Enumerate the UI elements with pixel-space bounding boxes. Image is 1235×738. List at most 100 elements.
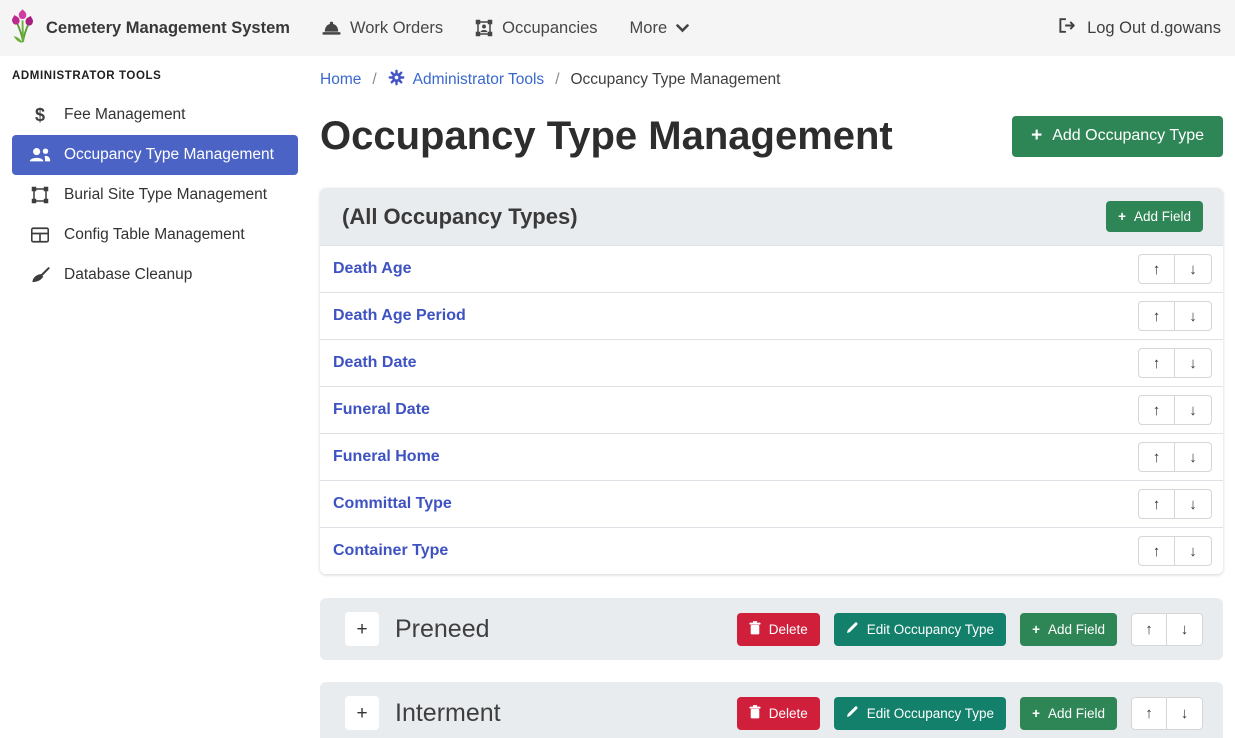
nav-occupancies[interactable]: Occupancies <box>475 19 597 38</box>
breadcrumb-separator: / <box>544 71 570 89</box>
field-link-funeral-date[interactable]: Funeral Date <box>333 401 430 419</box>
move-down-button[interactable]: ↓ <box>1175 395 1212 425</box>
reorder-buttons: ↑ ↓ <box>1138 536 1212 566</box>
reorder-buttons: ↑ ↓ <box>1138 442 1212 472</box>
nav-more-label: More <box>630 19 668 38</box>
field-row: Funeral Home ↑ ↓ <box>320 433 1223 480</box>
logout-label: Log Out d.gowans <box>1087 19 1221 38</box>
nav-more[interactable]: More <box>630 19 690 38</box>
move-up-button[interactable]: ↑ <box>1138 348 1175 378</box>
move-down-button[interactable]: ↓ <box>1175 536 1212 566</box>
move-up-button[interactable]: ↑ <box>1131 697 1167 730</box>
all-occupancy-types-card: (All Occupancy Types) + Add Field Death … <box>320 188 1223 574</box>
users-icon <box>28 147 52 163</box>
nav-work-orders-label: Work Orders <box>350 19 443 38</box>
reorder-buttons: ↑ ↓ <box>1131 697 1203 730</box>
logout-icon <box>1058 17 1077 39</box>
move-down-button[interactable]: ↓ <box>1175 301 1212 331</box>
sidebar-item-database-cleanup[interactable]: Database Cleanup <box>12 255 298 295</box>
occupancy-type-section-preneed: + Preneed Delete <box>320 598 1223 660</box>
move-up-button[interactable]: ↑ <box>1131 613 1167 646</box>
field-row: Death Age ↑ ↓ <box>320 245 1223 292</box>
add-occupancy-type-button[interactable]: + Add Occupancy Type <box>1012 116 1223 157</box>
sidebar-item-occupancy-type-management[interactable]: Occupancy Type Management <box>12 135 298 175</box>
plus-icon: + <box>1032 706 1040 721</box>
trash-icon <box>749 621 761 638</box>
add-field-button[interactable]: + Add Field <box>1106 201 1203 232</box>
nav-work-orders[interactable]: Work Orders <box>322 19 443 38</box>
field-link-committal-type[interactable]: Committal Type <box>333 495 452 513</box>
move-down-button[interactable]: ↓ <box>1167 613 1203 646</box>
move-up-button[interactable]: ↑ <box>1138 442 1175 472</box>
delete-button[interactable]: Delete <box>737 697 820 730</box>
page-title: Occupancy Type Management <box>320 112 893 160</box>
sidebar-item-fee-management[interactable]: $ Fee Management <box>12 95 298 135</box>
sidebar-item-label: Occupancy Type Management <box>64 146 274 164</box>
add-occupancy-type-label: Add Occupancy Type <box>1052 127 1204 145</box>
sidebar: ADMINISTRATOR TOOLS $ Fee Management Occ… <box>0 56 310 738</box>
plus-icon: + <box>1032 622 1040 637</box>
move-up-button[interactable]: ↑ <box>1138 489 1175 519</box>
delete-label: Delete <box>769 622 808 637</box>
edit-occupancy-type-button[interactable]: Edit Occupancy Type <box>834 613 1006 646</box>
app-title: Cemetery Management System <box>46 19 290 38</box>
field-link-death-age-period[interactable]: Death Age Period <box>333 307 466 325</box>
gear-icon <box>388 69 405 91</box>
field-row: Death Age Period ↑ ↓ <box>320 292 1223 339</box>
field-link-container-type[interactable]: Container Type <box>333 542 448 560</box>
field-link-death-date[interactable]: Death Date <box>333 354 417 372</box>
plus-icon: + <box>1031 125 1042 147</box>
sidebar-item-label: Database Cleanup <box>64 266 192 284</box>
move-down-button[interactable]: ↓ <box>1175 442 1212 472</box>
broom-icon <box>28 267 52 284</box>
dollar-icon: $ <box>28 105 52 126</box>
reorder-buttons: ↑ ↓ <box>1138 348 1212 378</box>
field-link-death-age[interactable]: Death Age <box>333 260 412 278</box>
vector-square-icon <box>28 186 52 204</box>
move-up-button[interactable]: ↑ <box>1138 536 1175 566</box>
add-field-button[interactable]: + Add Field <box>1020 697 1117 730</box>
expand-button[interactable]: + <box>345 696 379 730</box>
field-row: Committal Type ↑ ↓ <box>320 480 1223 527</box>
app-brand[interactable]: Cemetery Management System <box>10 8 290 49</box>
all-occupancy-types-header: (All Occupancy Types) + Add Field <box>320 188 1223 245</box>
field-row: Container Type ↑ ↓ <box>320 527 1223 574</box>
breadcrumb-home-link[interactable]: Home <box>320 71 361 89</box>
move-up-button[interactable]: ↑ <box>1138 301 1175 331</box>
sidebar-item-config-table-management[interactable]: Config Table Management <box>12 215 298 255</box>
nav-occupancies-label: Occupancies <box>502 19 597 38</box>
move-down-button[interactable]: ↓ <box>1175 489 1212 519</box>
card-title: (All Occupancy Types) <box>342 204 578 230</box>
sidebar-item-label: Burial Site Type Management <box>64 186 267 204</box>
reorder-buttons: ↑ ↓ <box>1138 395 1212 425</box>
breadcrumb-admin-tools-link[interactable]: Administrator Tools <box>388 69 545 91</box>
occupancy-frame-icon <box>475 19 493 37</box>
breadcrumb-separator: / <box>361 71 387 89</box>
section-actions: Delete Edit Occupancy Type + Add Field ↑ <box>737 613 1203 646</box>
move-down-button[interactable]: ↓ <box>1175 254 1212 284</box>
edit-occupancy-type-label: Edit Occupancy Type <box>867 706 994 721</box>
sidebar-item-burial-site-type-management[interactable]: Burial Site Type Management <box>12 175 298 215</box>
section-name: Interment <box>395 699 501 728</box>
main-content: Home / Administrator Tools / Occupancy T… <box>310 56 1235 738</box>
move-down-button[interactable]: ↓ <box>1167 697 1203 730</box>
field-link-funeral-home[interactable]: Funeral Home <box>333 448 440 466</box>
move-up-button[interactable]: ↑ <box>1138 254 1175 284</box>
move-up-button[interactable]: ↑ <box>1138 395 1175 425</box>
field-row: Death Date ↑ ↓ <box>320 339 1223 386</box>
edit-occupancy-type-label: Edit Occupancy Type <box>867 622 994 637</box>
logout-button[interactable]: Log Out d.gowans <box>1058 17 1221 39</box>
edit-occupancy-type-button[interactable]: Edit Occupancy Type <box>834 697 1006 730</box>
add-field-label: Add Field <box>1134 209 1191 224</box>
pencil-icon <box>846 621 859 637</box>
delete-label: Delete <box>769 706 808 721</box>
add-field-button[interactable]: + Add Field <box>1020 613 1117 646</box>
reorder-buttons: ↑ ↓ <box>1131 613 1203 646</box>
top-navbar: Cemetery Management System Work Orders <box>0 0 1235 56</box>
hard-hat-icon <box>322 20 341 37</box>
delete-button[interactable]: Delete <box>737 613 820 646</box>
field-row: Funeral Date ↑ ↓ <box>320 386 1223 433</box>
tulip-logo-icon <box>10 8 36 49</box>
expand-button[interactable]: + <box>345 612 379 646</box>
move-down-button[interactable]: ↓ <box>1175 348 1212 378</box>
